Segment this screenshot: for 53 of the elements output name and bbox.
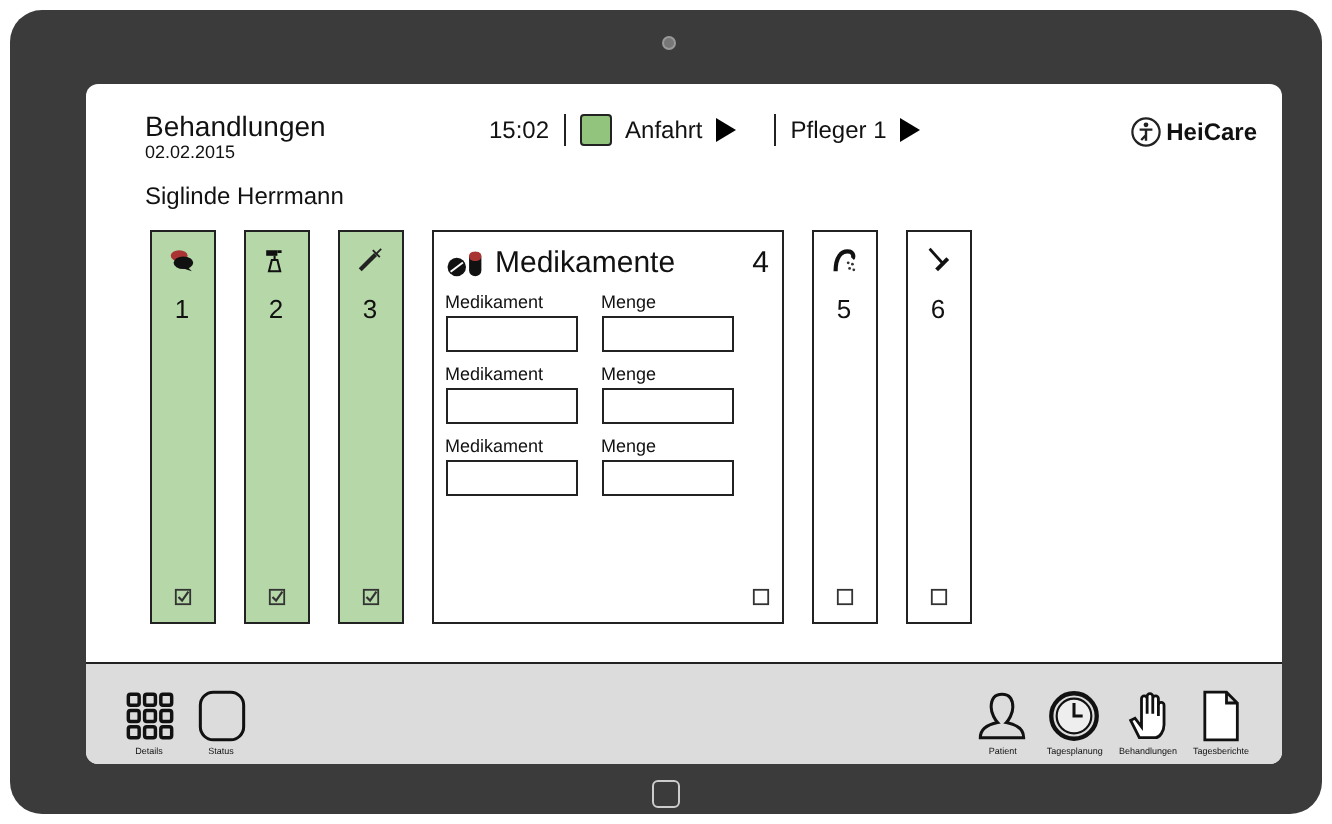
brush-icon [924,246,952,274]
play-icon[interactable] [716,118,737,142]
pills-icon [445,249,485,277]
field-label: Menge [601,436,659,456]
figure-icon [1130,116,1163,148]
patient-name: Siglinde Herrmann [143,180,346,210]
camera-dot [662,36,676,50]
checkbox[interactable] [835,588,853,606]
date-label: 02.02.2015 [145,142,238,162]
caregiver-label: Pfleger 1 [790,116,887,144]
checkbox[interactable] [267,588,285,606]
treatment-card[interactable]: 5 [811,230,877,624]
status-label: Anfahrt [625,116,703,144]
input-field[interactable] [445,316,577,352]
card-number: 5 [836,294,852,324]
status-indicator [579,114,612,146]
home-button[interactable] [652,780,680,808]
checkbox[interactable] [751,588,769,606]
input-field[interactable] [601,316,733,352]
treatment-card[interactable]: 3 [337,230,403,624]
input-field[interactable] [601,460,733,496]
treatment-card[interactable]: 2 [243,230,309,624]
card-title: Medikamente [495,246,676,280]
card-number: 4 [752,246,769,280]
card-number: 3 [362,294,378,324]
page-title: Behandlungen [145,110,328,142]
shower-icon [830,246,858,274]
treatment-card[interactable]: 1 [149,230,215,624]
field-label: Menge [601,364,659,384]
field-label: Medikament [445,364,546,384]
input-field[interactable] [601,388,733,424]
grid-icon [123,690,175,742]
card-number: 1 [174,294,190,324]
card-number: 2 [268,294,284,324]
play-icon[interactable] [900,118,921,142]
checkbox[interactable] [361,588,379,606]
person-icon [976,690,1029,742]
input-field[interactable] [445,388,577,424]
field-label: Medikament [445,292,546,312]
treatment-card[interactable]: 6 [905,230,971,624]
field-label: Menge [601,292,659,312]
rounded-square-icon [195,690,247,742]
checkbox[interactable] [929,588,947,606]
syringe-icon [356,246,384,274]
speech-bubble-icon [168,246,196,274]
clock-icon [1048,690,1101,742]
time-label: 15:02 [489,116,550,144]
logo-text: HeiCare [1166,118,1257,146]
checkbox[interactable] [173,588,191,606]
card-number: 6 [930,294,946,324]
field-label: Medikament [445,436,546,456]
treatment-card[interactable]: Medikamente 4 Medikament Menge Medikament Menge Medikament Menge [431,230,783,624]
input-field[interactable] [445,460,577,496]
